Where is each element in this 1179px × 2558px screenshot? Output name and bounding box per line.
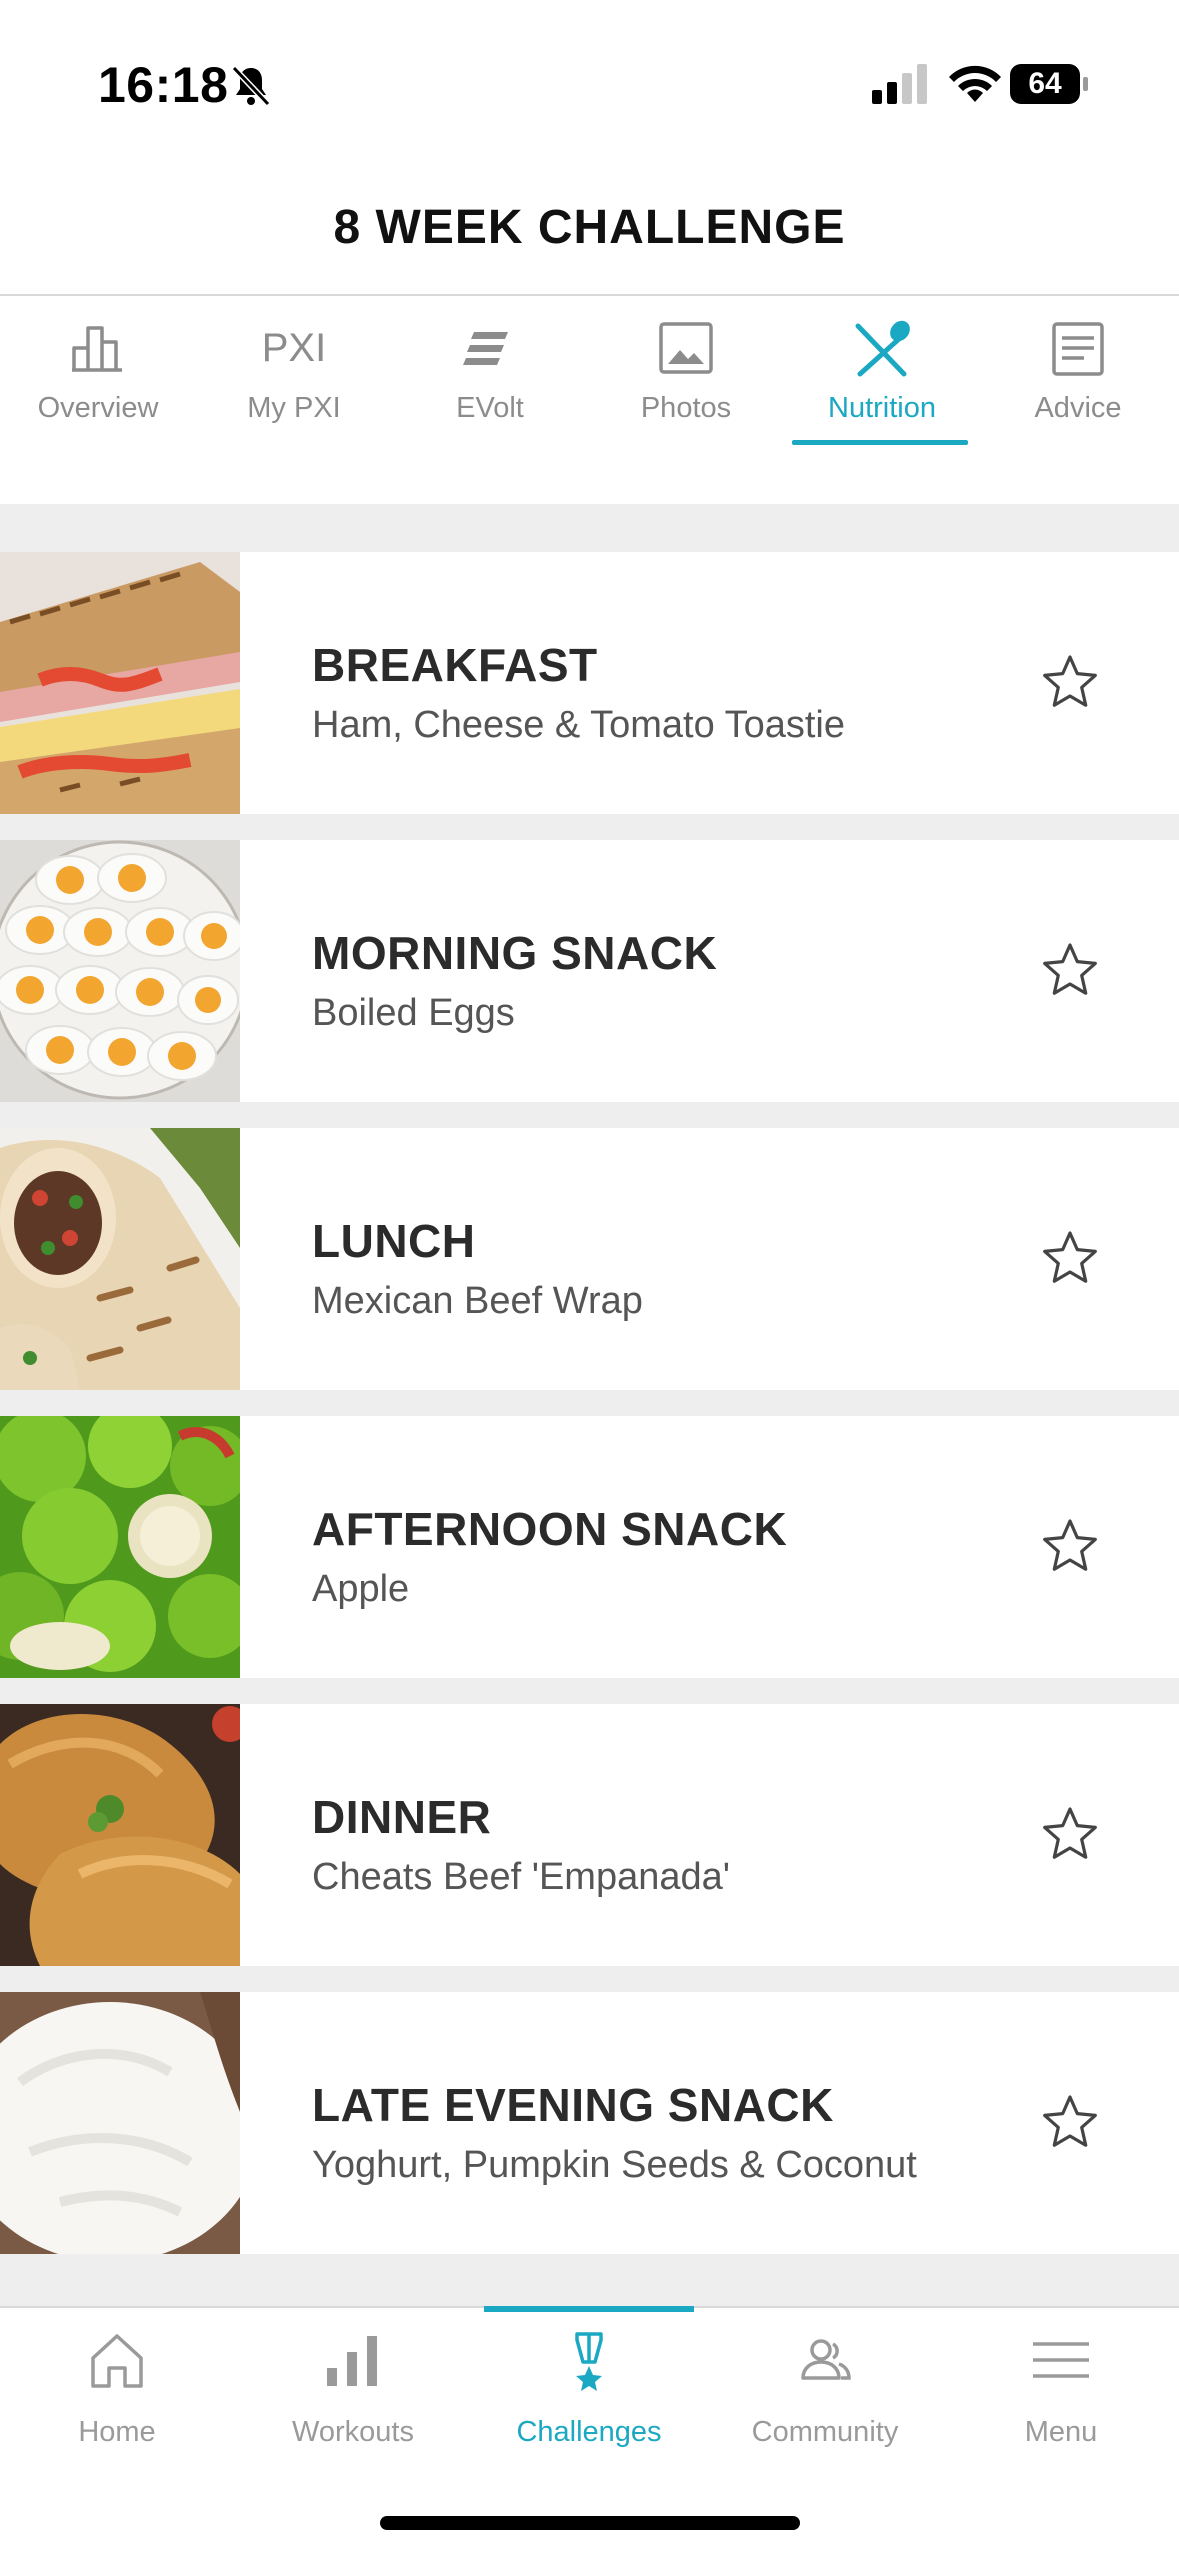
favorite-star-icon[interactable] <box>1040 2092 1100 2152</box>
meal-dish: Yoghurt, Pumpkin Seeds & Coconut <box>312 2144 917 2186</box>
meal-row-lunch[interactable]: LUNCH Mexican Beef Wrap <box>0 1128 1179 1390</box>
battery-level: 64 <box>1028 67 1062 100</box>
favorite-star-icon[interactable] <box>1040 940 1100 1000</box>
nav-label: Community <box>751 2416 899 2448</box>
empanada-image <box>0 1704 240 1966</box>
nav-label: Menu <box>1024 2416 1098 2448</box>
status-time: 16:18 <box>98 57 229 113</box>
toastie-image <box>0 552 240 814</box>
meal-title: BREAKFAST <box>312 639 598 691</box>
home-indicator[interactable] <box>380 2516 800 2530</box>
list-divider <box>0 1966 1179 1992</box>
favorite-star-icon[interactable] <box>1040 1228 1100 1288</box>
challenge-tabs: Overview PXI My PXI EVolt Photos Nutriti… <box>0 296 1179 502</box>
meal-row-morning-snack[interactable]: MORNING SNACK Boiled Eggs <box>0 840 1179 1102</box>
tab-label: EVolt <box>456 392 524 424</box>
nav-workouts[interactable]: Workouts <box>248 2308 458 2508</box>
list-divider <box>0 504 1179 552</box>
tab-evolt[interactable]: EVolt <box>392 296 588 466</box>
workouts-bars-icon <box>327 2336 377 2386</box>
meal-title: LATE EVENING SNACK <box>312 2079 834 2131</box>
meal-row-breakfast[interactable]: BREAKFAST Ham, Cheese & Tomato Toastie <box>0 552 1179 814</box>
tab-my-pxi[interactable]: PXI My PXI <box>196 296 392 466</box>
fork-spoon-icon <box>855 320 910 377</box>
tab-label: My PXI <box>247 392 341 424</box>
list-divider <box>0 2254 1179 2306</box>
list-divider <box>0 1102 1179 1128</box>
cellular-signal-icon <box>872 64 927 104</box>
meal-dish: Ham, Cheese & Tomato Toastie <box>312 704 845 746</box>
app-header: 8 WEEK CHALLENGE <box>0 170 1179 296</box>
tab-overview[interactable]: Overview <box>0 296 196 466</box>
nav-label: Challenges <box>516 2416 662 2448</box>
nav-challenges[interactable]: Challenges <box>484 2306 694 2508</box>
nav-label: Workouts <box>292 2416 414 2448</box>
evolt-icon <box>463 332 508 365</box>
home-icon <box>91 2334 143 2388</box>
silent-bell-icon <box>231 65 271 107</box>
photo-icon <box>659 322 713 374</box>
list-divider <box>0 1390 1179 1416</box>
meal-dish: Cheats Beef 'Empanada' <box>312 1856 730 1898</box>
boiled-eggs-image <box>0 840 240 1102</box>
meal-title: DINNER <box>312 1791 492 1843</box>
nav-menu[interactable]: Menu <box>956 2308 1166 2508</box>
status-bar: 16:18 64 <box>0 0 1179 170</box>
apples-image <box>0 1416 240 1678</box>
meal-dish: Boiled Eggs <box>312 992 515 1034</box>
meal-row-late-evening-snack[interactable]: LATE EVENING SNACK Yoghurt, Pumpkin Seed… <box>0 1992 1179 2254</box>
tab-nutrition[interactable]: Nutrition <box>784 296 980 466</box>
meal-title: AFTERNOON SNACK <box>312 1503 788 1555</box>
document-icon <box>1052 322 1104 376</box>
hamburger-icon <box>1033 2342 1089 2378</box>
list-divider <box>0 1678 1179 1704</box>
beef-wrap-image <box>0 1128 240 1390</box>
nav-home[interactable]: Home <box>12 2308 222 2508</box>
active-nav-indicator <box>484 2306 694 2312</box>
meal-row-afternoon-snack[interactable]: AFTERNOON SNACK Apple <box>0 1416 1179 1678</box>
meal-dish: Apple <box>312 1568 410 1610</box>
favorite-star-icon[interactable] <box>1040 1804 1100 1864</box>
list-divider <box>0 814 1179 840</box>
tab-advice[interactable]: Advice <box>980 296 1176 466</box>
page-title: 8 WEEK CHALLENGE <box>333 201 846 254</box>
meal-row-dinner[interactable]: DINNER Cheats Beef 'Empanada' <box>0 1704 1179 1966</box>
meal-title: MORNING SNACK <box>312 927 718 979</box>
tab-photos[interactable]: Photos <box>588 296 784 466</box>
tab-label: Nutrition <box>828 392 936 424</box>
yoghurt-image <box>0 1992 240 2254</box>
nav-label: Home <box>78 2416 156 2448</box>
tab-label: Photos <box>640 392 732 424</box>
favorite-star-icon[interactable] <box>1040 652 1100 712</box>
nav-community[interactable]: Community <box>720 2308 930 2508</box>
tab-label: Overview <box>37 392 159 424</box>
active-tab-indicator <box>792 440 968 445</box>
meal-title: LUNCH <box>312 1215 476 1267</box>
medal-icon <box>575 2332 603 2391</box>
bar-chart-icon <box>72 326 122 372</box>
favorite-star-icon[interactable] <box>1040 1516 1100 1576</box>
tab-label: Advice <box>1034 392 1122 424</box>
wifi-icon <box>949 65 1001 102</box>
pxi-icon: PXI <box>261 326 327 370</box>
community-icon <box>801 2339 851 2380</box>
meal-dish: Mexican Beef Wrap <box>312 1280 643 1322</box>
